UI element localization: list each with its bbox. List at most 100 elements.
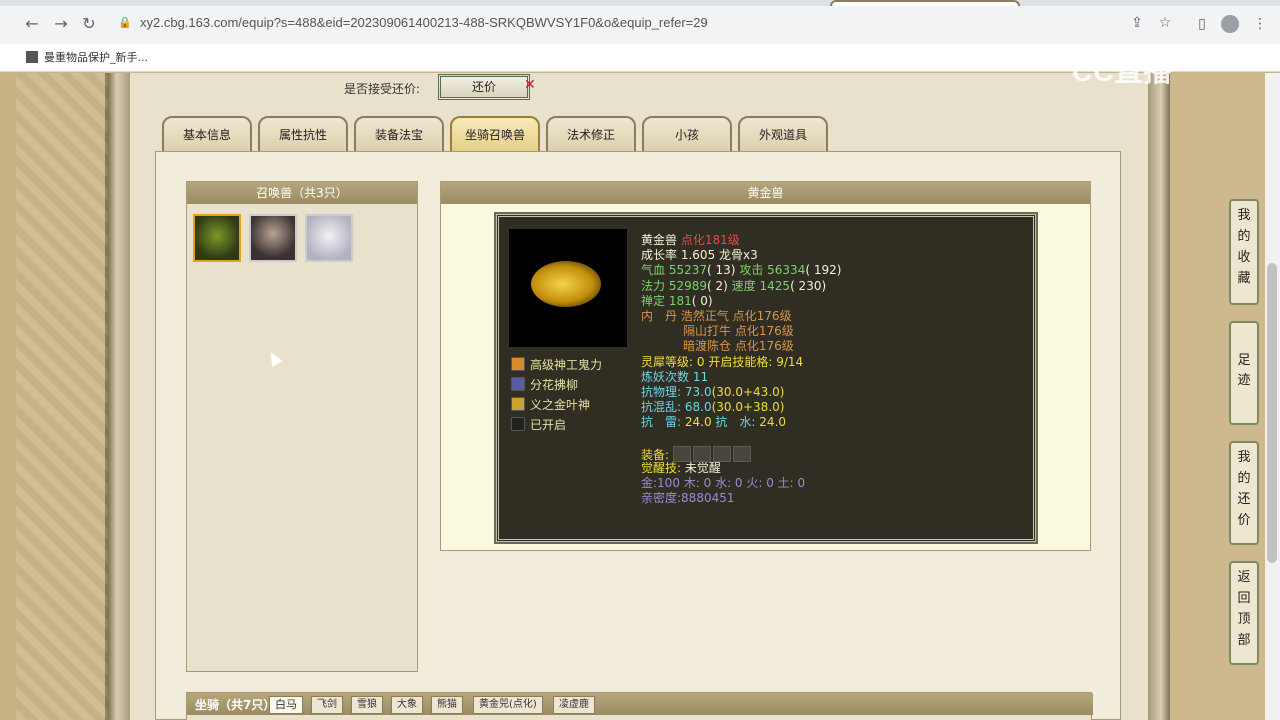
history-button[interactable]: 足迹 [1229,321,1259,425]
profile-icon[interactable] [1220,14,1240,34]
hp-value: 55237 [668,263,708,278]
refine-value: 11 [692,369,709,384]
summon-detail: 黄金兽 高级神工鬼力 分花拂柳 义之金叶神 已开启 黄金兽 点化181级 成长率… [440,181,1091,551]
refine-label: 炼妖次数 [641,369,690,384]
page-scrollbar[interactable] [1265,73,1280,720]
water-res-label: 抗 水: [715,415,756,430]
chaos-res-label: 抗混乱: [641,400,682,415]
summon-list: 召唤兽（共3只） [186,181,418,672]
atk-label: 攻击 [739,263,764,278]
skill-label: 已开启 [530,418,567,432]
slot-label: 开启技能格: [708,354,773,369]
browser-chrome: ← → ↻ 🔒 xy2.cbg.163.com/equip?s=488&eid=… [0,0,1280,48]
summon-stats: 黄金兽 点化181级 成长率 1.605 龙骨x3 气血 55237( 13) … [641,233,841,506]
side-button-label: 返回顶部 [1237,570,1251,648]
phys-res-value: 73.0 [684,384,712,399]
tab-attributes[interactable]: 属性抗性 [258,116,348,152]
skill-icon [511,357,525,371]
watermark: CC直播 [1072,56,1173,87]
mount-list-label: 坐骑（共7只） [195,698,276,712]
mount-tab[interactable]: 凌虚鹿 [553,696,595,714]
mount-tab[interactable]: 飞剑 [311,696,343,714]
my-offers-button[interactable]: 我的还价 [1229,441,1259,545]
mount-tab[interactable]: 熊猫 [431,696,463,714]
golden-beast-icon [531,261,601,307]
side-button-label: 我的收藏 [1237,208,1251,286]
forward-icon[interactable]: → [51,14,71,34]
thunder-res-label: 抗 雷: [641,415,682,430]
atk-value: 56334 [767,263,806,278]
tab-children[interactable]: 小孩 [642,116,732,152]
skill-item[interactable]: 义之金叶神 [511,395,602,415]
def-add: ( 0) [691,293,713,308]
url-text[interactable]: xy2.cbg.163.com/equip?s=488&eid=20230906… [140,15,708,30]
left-decor [16,73,108,720]
mount-tab[interactable]: 雪狼 [351,696,383,714]
bookmark-item[interactable]: 曼重物品保护_新手... [26,49,148,65]
summon-list-header: 召唤兽（共3只） [187,182,417,204]
mount-tab[interactable]: 黄金兕(点化) [473,696,543,714]
mp-value: 52989 [668,278,708,293]
skill-list: 高级神工鬼力 分花拂柳 义之金叶神 已开启 [511,355,602,435]
page: 是否接受还价: 还价 ✕ 基本信息 属性抗性 装备法宝 坐骑召唤兽 法术修正 小… [0,73,1280,720]
address-bar[interactable]: 🔒 xy2.cbg.163.com/equip?s=488&eid=202309… [106,9,1180,39]
phys-res-label: 抗物理: [641,384,682,399]
equip-slot[interactable] [692,445,711,462]
tab-spell-modifiers[interactable]: 法术修正 [546,116,636,152]
summon-thumb[interactable] [305,214,353,262]
mount-tab[interactable]: 白马 [269,696,303,714]
lock-icon[interactable]: 🔒 [118,16,134,32]
awaken-value: 未觉醒 [684,460,721,475]
summon-card: 高级神工鬼力 分花拂柳 义之金叶神 已开启 黄金兽 点化181级 成长率 1.6… [494,212,1038,544]
skill-icon [511,377,525,391]
counter-offer-button[interactable]: 还价 [438,74,530,100]
tab-appearance[interactable]: 外观道具 [738,116,828,152]
sidepanel-icon[interactable]: ▯ [1192,14,1212,34]
side-button-label: 我的还价 [1237,450,1251,528]
spd-value: 1425 [759,278,791,293]
main-content: 是否接受还价: 还价 ✕ 基本信息 属性抗性 装备法宝 坐骑召唤兽 法术修正 小… [130,73,1148,720]
menu-icon[interactable]: ⋮ [1250,14,1270,34]
inner-core-label: 内 丹 [641,308,678,323]
inner-core-item: 浩然正气 点化176级 [680,308,792,323]
active-tab[interactable] [830,0,1020,6]
skill-item[interactable]: 分花拂柳 [511,375,602,395]
summon-thumb[interactable] [249,214,297,262]
tab-basic-info[interactable]: 基本信息 [162,116,252,152]
skill-item[interactable]: 高级神工鬼力 [511,355,602,375]
left-scroll-decor [108,73,130,720]
awaken-label: 觉醒技: [641,460,682,475]
skill-label: 分花拂柳 [530,378,579,392]
bone-value: 龙骨x3 [719,248,758,263]
chaos-res-detail: (30.0+38.0) [711,400,785,415]
spirit-label: 灵犀等级: [641,354,694,369]
thunder-res-value: 24.0 [684,415,712,430]
hp-add: ( 13) [707,263,736,278]
scrollbar-thumb[interactable] [1267,263,1277,563]
spd-label: 速度 [731,278,756,293]
mp-label: 法力 [641,278,666,293]
skill-label: 高级神工鬼力 [530,358,603,372]
growth-value: 1.605 [680,248,716,263]
right-decor [1170,73,1280,720]
equip-slot[interactable] [732,445,751,462]
share-icon[interactable]: ⇪ [1128,15,1146,33]
side-button-label: 足迹 [1237,353,1251,388]
summon-detail-header: 黄金兽 [441,182,1090,204]
reload-icon[interactable]: ↻ [79,14,99,34]
skill-item[interactable]: 已开启 [511,415,602,435]
back-icon[interactable]: ← [22,14,42,34]
back-to-top-button[interactable]: 返回顶部 [1229,561,1259,665]
spd-add: ( 230) [790,278,827,293]
mount-tab[interactable]: 大象 [391,696,423,714]
tab-mounts-summons[interactable]: 坐骑召唤兽 [450,116,540,152]
equip-slot[interactable] [672,445,691,462]
inner-core-item: 暗渡陈仓 点化176级 [683,339,794,354]
my-favorites-button[interactable]: 我的收藏 [1229,199,1259,305]
star-icon[interactable]: ☆ [1156,15,1174,33]
equip-slot[interactable] [712,445,731,462]
tab-equipment[interactable]: 装备法宝 [354,116,444,152]
chaos-res-value: 68.0 [684,400,712,415]
spirit-level: 0 [696,354,705,369]
summon-thumb[interactable] [193,214,241,262]
